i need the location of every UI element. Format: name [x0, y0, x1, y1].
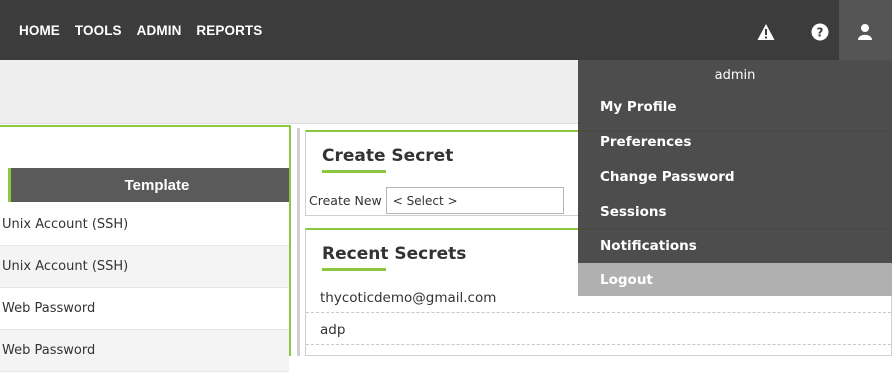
template-row[interactable]: Unix Account (SSH)	[0, 246, 289, 288]
template-row[interactable]: Web Password	[0, 330, 289, 372]
main-nav: HOME TOOLS ADMIN REPORTS	[19, 0, 262, 60]
create-new-row: Create New < Select >	[309, 187, 564, 214]
template-select[interactable]: < Select >	[385, 187, 564, 214]
nav-admin[interactable]: ADMIN	[137, 23, 182, 38]
template-row[interactable]: Unix Account (SSH)	[0, 204, 289, 246]
template-column-header[interactable]: Template	[8, 168, 289, 202]
menu-item-notifications[interactable]: Notifications	[578, 229, 892, 263]
create-new-label: Create New	[309, 193, 382, 208]
recent-secret-item[interactable]: adp	[306, 315, 891, 345]
template-select-value: < Select >	[392, 193, 458, 208]
menu-item-sessions[interactable]: Sessions	[578, 195, 892, 229]
nav-tools[interactable]: TOOLS	[75, 23, 122, 38]
template-panel: Template Unix Account (SSH) Unix Account…	[0, 125, 291, 372]
warning-icon[interactable]	[757, 23, 775, 41]
user-icon	[857, 23, 875, 41]
panel-splitter[interactable]	[297, 128, 300, 356]
user-menu-toggle[interactable]	[839, 0, 892, 60]
dropdown-username: admin	[714, 67, 756, 83]
menu-item-change-password[interactable]: Change Password	[578, 160, 892, 194]
menu-item-my-profile[interactable]: My Profile	[578, 90, 892, 124]
title-underline	[322, 170, 386, 173]
nav-reports[interactable]: REPORTS	[196, 23, 262, 38]
svg-text:?: ?	[817, 26, 824, 40]
nav-home[interactable]: HOME	[19, 23, 60, 38]
top-nav-bar: HOME TOOLS ADMIN REPORTS ?	[0, 0, 892, 60]
title-underline	[322, 268, 386, 271]
help-icon[interactable]: ?	[811, 23, 829, 41]
create-secret-title: Create Secret	[322, 146, 454, 166]
recent-secrets-title: Recent Secrets	[322, 244, 467, 264]
menu-item-preferences[interactable]: Preferences	[578, 125, 892, 159]
menu-item-logout[interactable]: Logout	[578, 263, 892, 296]
user-dropdown-menu: admin My Profile Preferences Change Pass…	[578, 60, 892, 296]
template-row[interactable]: Web Password	[0, 288, 289, 330]
